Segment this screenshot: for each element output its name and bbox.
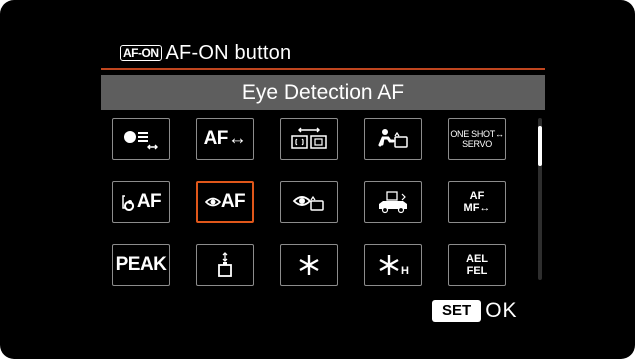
set-ok-button[interactable]: SET OK	[432, 299, 518, 323]
servo-line: SERVO	[462, 139, 492, 149]
ae-lock-hold-icon[interactable]: H	[364, 244, 422, 286]
scrollbar-thumb[interactable]	[538, 126, 542, 166]
af-line: AF	[469, 190, 485, 202]
mf-line: MF↔	[463, 202, 491, 214]
af-mf-cell[interactable]: AF MF↔	[448, 181, 506, 223]
page-title: AF-ON button	[165, 41, 292, 64]
ae-lock-icon[interactable]	[280, 244, 338, 286]
fel-line: FEL	[466, 265, 488, 277]
peak-label: PEAK	[115, 254, 167, 275]
depth-preview-icon[interactable]	[196, 244, 254, 286]
ok-label: OK	[485, 299, 518, 322]
oneshot-line: ONE SHOT↔	[450, 129, 504, 139]
eye-af-select-label: AF	[136, 191, 162, 212]
oneshot-servo-cell[interactable]: ONE SHOT↔ SERVO	[448, 118, 506, 160]
function-grid: AF↔ ONE SHOT↔ SERVO AF AF AF MF↔ PEAK H …	[112, 118, 522, 286]
menu-header: AF-ON AF-ON button	[120, 38, 291, 68]
ael-fel-label: AEL FEL	[466, 253, 488, 277]
eye-detection-af-label: AF	[220, 191, 246, 212]
ael-fel-cell[interactable]: AEL FEL	[448, 244, 506, 286]
af-on-badge-icon: AF-ON	[120, 45, 162, 61]
title-divider	[101, 68, 545, 70]
vehicle-icon[interactable]	[364, 181, 422, 223]
subject-detection-icon[interactable]	[112, 118, 170, 160]
af-area-switch-icon[interactable]	[280, 118, 338, 160]
current-function-label: Eye Detection AF	[101, 75, 545, 110]
scrollbar[interactable]	[538, 118, 542, 280]
af-mf-label: AF MF↔	[464, 190, 491, 214]
eye-af-select-icon[interactable]: AF	[112, 181, 170, 223]
ael-line: AEL	[466, 253, 488, 265]
camera-menu-screen: AF-ON AF-ON button Eye Detection AF AF↔	[0, 0, 635, 359]
eye-detection-af-icon[interactable]: AF	[196, 181, 254, 223]
subject-switch-icon[interactable]	[364, 118, 422, 160]
peak-cell[interactable]: PEAK	[112, 244, 170, 286]
eye-switch-icon[interactable]	[280, 181, 338, 223]
af-switch-cell[interactable]: AF↔	[196, 118, 254, 160]
af-switch-label: AF↔	[203, 128, 247, 149]
ae-lock-hold-label: H	[401, 265, 409, 277]
set-key-icon: SET	[432, 300, 482, 322]
current-function-text: Eye Detection AF	[241, 80, 405, 104]
oneshot-servo-label: ONE SHOT↔ SERVO	[450, 129, 504, 149]
